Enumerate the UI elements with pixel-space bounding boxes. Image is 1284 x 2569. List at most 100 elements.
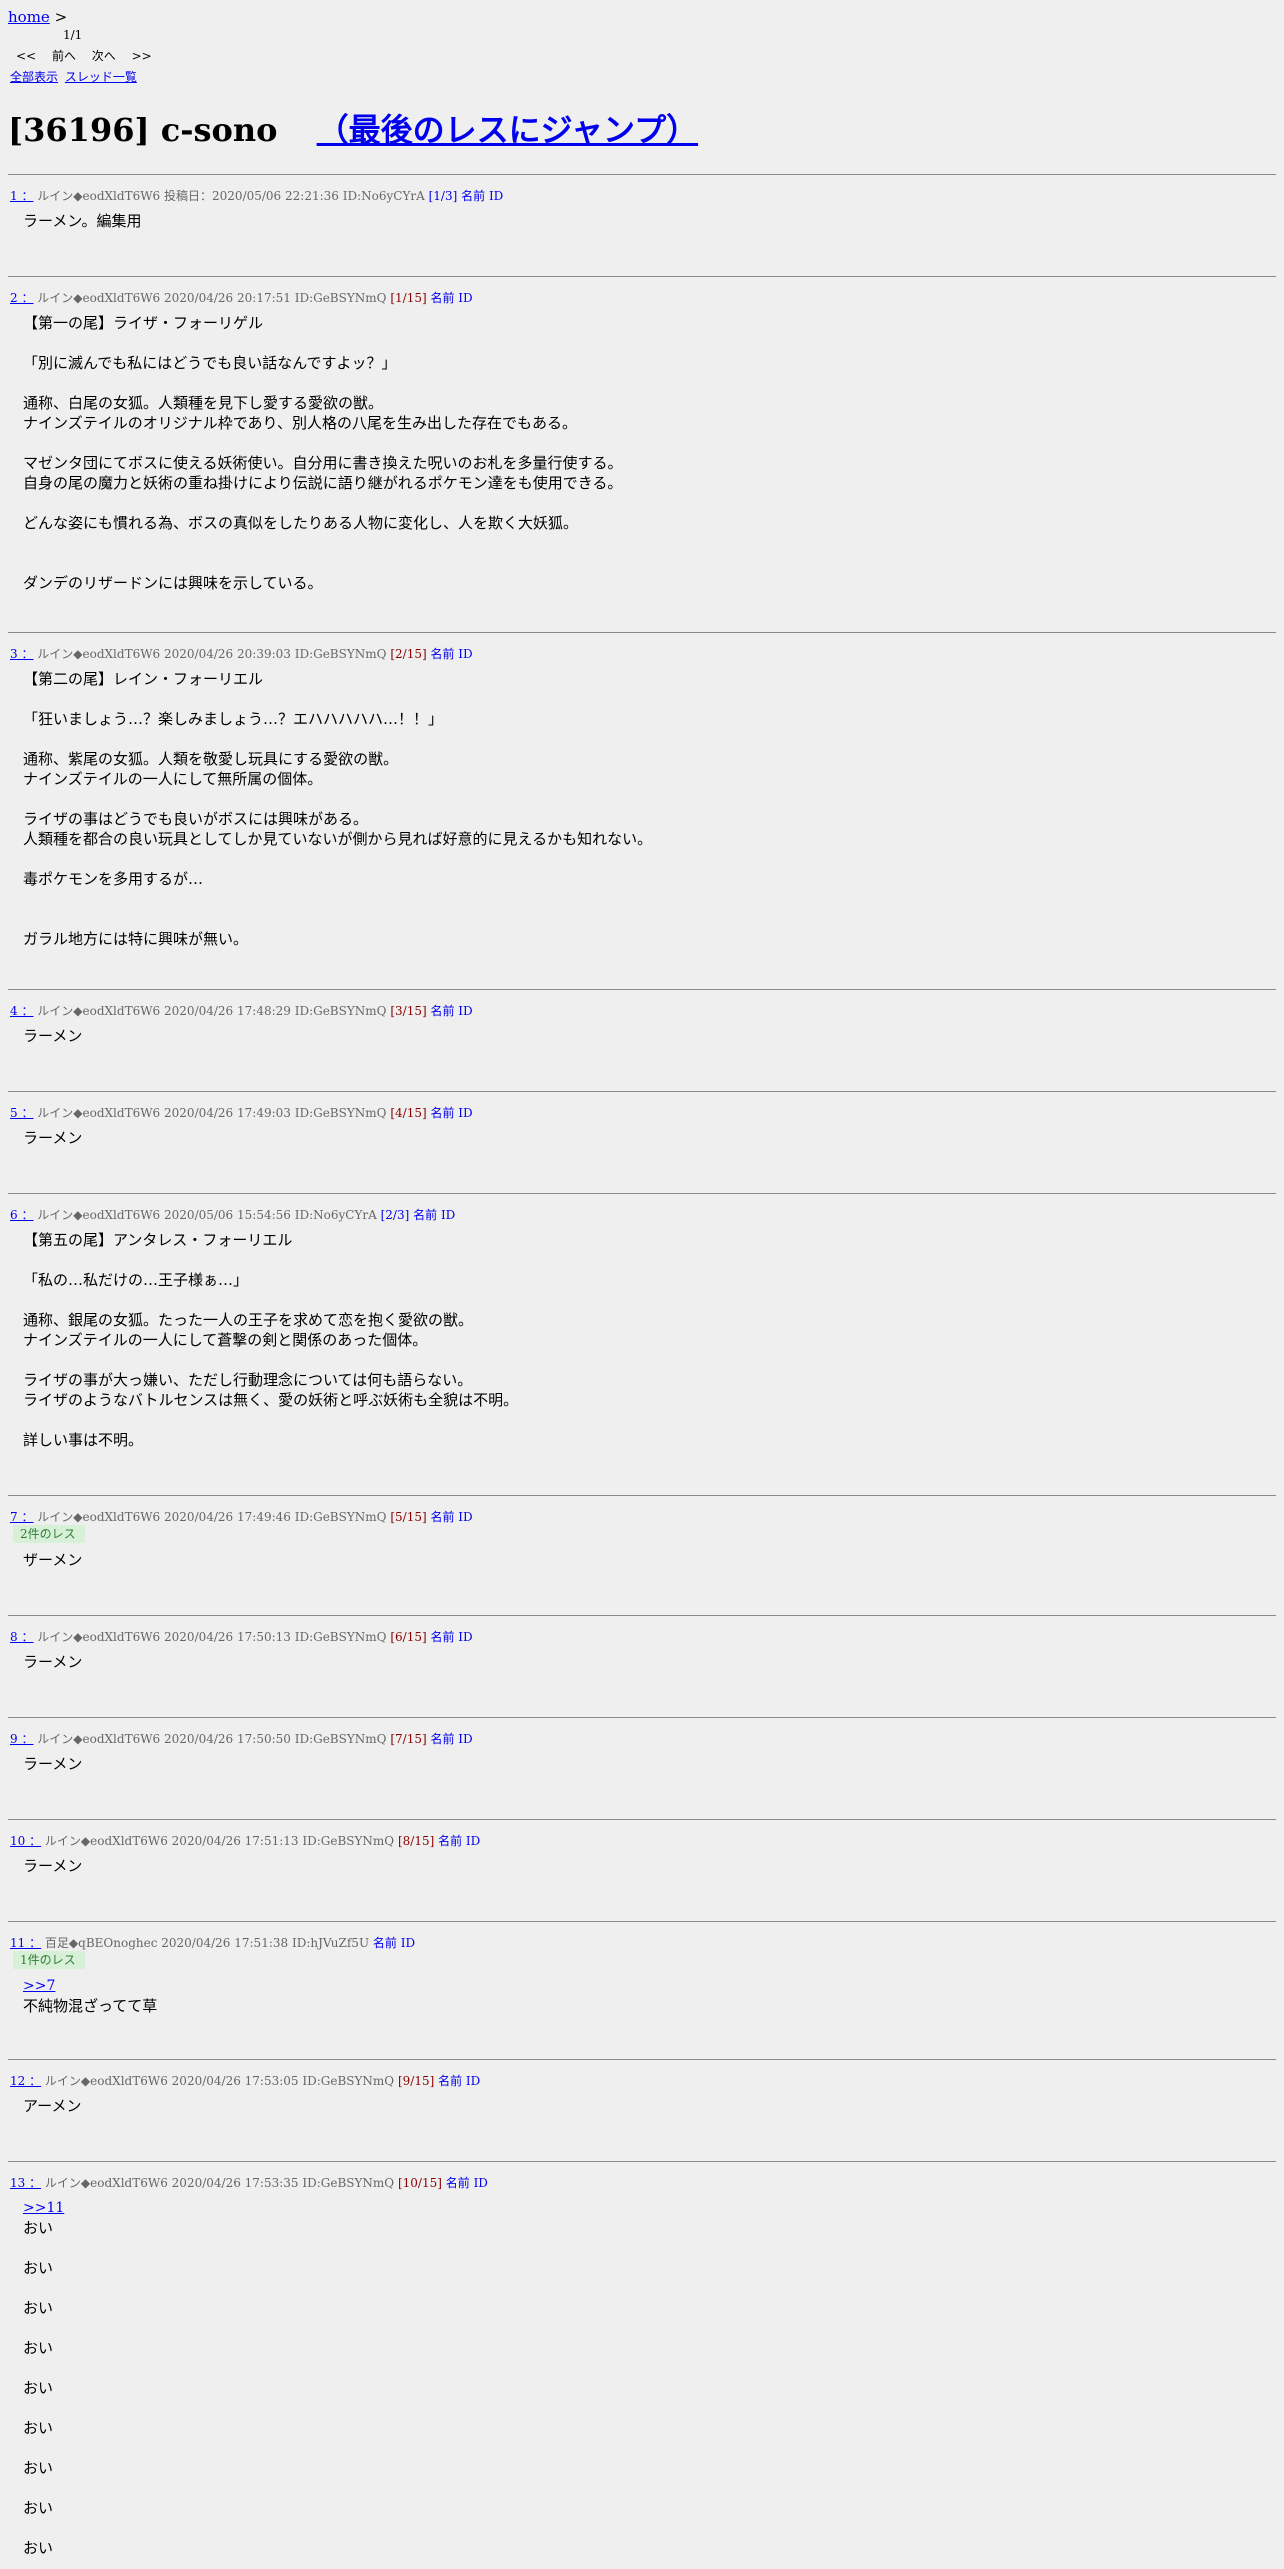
post-count[interactable]: [2/15] xyxy=(390,647,426,661)
post-count[interactable]: [1/15] xyxy=(390,291,426,305)
name-id-link[interactable]: 名前 ID xyxy=(430,1004,472,1018)
post-info: 投稿日：2020/05/06 22:21:36 ID:No6yCYrA xyxy=(164,189,425,203)
reply-anchor-link[interactable]: >>11 xyxy=(23,2198,64,2218)
post-info: 2020/04/26 20:17:51 ID:GeBSYNmQ xyxy=(164,291,387,305)
poster-name: ルイン◆eodXldT6W6 xyxy=(37,291,161,305)
name-id-link[interactable]: 名前 ID xyxy=(430,1106,472,1120)
post-info: 2020/04/26 17:50:50 ID:GeBSYNmQ xyxy=(164,1732,387,1746)
name-id-link[interactable]: 名前 ID xyxy=(430,1732,472,1746)
post-count[interactable]: [5/15] xyxy=(390,1510,426,1524)
post-number-link[interactable]: 8 ： xyxy=(10,1630,33,1644)
name-id-link[interactable]: 名前 ID xyxy=(430,647,472,661)
post-count[interactable]: [7/15] xyxy=(390,1732,426,1746)
post-body: アーメン xyxy=(23,2096,82,2116)
name-id-link[interactable]: 名前 ID xyxy=(461,189,503,203)
post-number-link[interactable]: 7 ： xyxy=(10,1510,33,1524)
poster-name: ルイン◆eodXldT6W6 xyxy=(44,1834,168,1848)
post: 10 ： ルイン◆eodXldT6W6 2020/04/26 17:51:13 … xyxy=(8,1819,1276,1922)
reply-count-badge[interactable]: 2件のレス xyxy=(13,1525,85,1543)
post: 9 ： ルイン◆eodXldT6W6 2020/04/26 17:50:50 I… xyxy=(8,1717,1276,1820)
post-count[interactable]: [9/15] xyxy=(398,2074,434,2088)
show-all-link[interactable]: 全部表示 xyxy=(10,70,58,84)
view-links: 全部表示 スレッド一覧 xyxy=(10,68,140,85)
name-id-link[interactable]: 名前 ID xyxy=(430,1510,472,1524)
name-id-link[interactable]: 名前 ID xyxy=(438,1834,480,1848)
post-number-link[interactable]: 2 ： xyxy=(10,291,33,305)
post-count[interactable]: [10/15] xyxy=(398,2176,442,2190)
next-page-button[interactable]: 次へ xyxy=(92,49,116,63)
reply-anchor-link[interactable]: >>7 xyxy=(23,1976,157,1996)
post-number-link[interactable]: 4 ： xyxy=(10,1004,33,1018)
post-text-line: 人類種を都合の良い玩具としてしか見ていないが側から見れば好意的に見えるかも知れな… xyxy=(23,830,653,848)
post-number-link[interactable]: 12 ： xyxy=(10,2074,41,2088)
post-text-line: おい xyxy=(23,2299,54,2317)
jump-to-last-link[interactable]: （最後のレスにジャンプ） xyxy=(317,111,698,149)
post-number-link[interactable]: 10 ： xyxy=(10,1834,41,1848)
name-id-link[interactable]: 名前 ID xyxy=(446,2176,488,2190)
post-number-link[interactable]: 5 ： xyxy=(10,1106,33,1120)
post-info: 2020/04/26 17:49:46 ID:GeBSYNmQ xyxy=(164,1510,387,1524)
post: 6 ： ルイン◆eodXldT6W6 2020/05/06 15:54:56 I… xyxy=(8,1193,1276,1496)
post-text-line: ライザの事が大っ嫌い、ただし行動理念については何も語らない。 xyxy=(23,1371,473,1389)
post-body: >>7 不純物混ざってて草 xyxy=(23,1976,157,2016)
post-body: ラーメン xyxy=(23,1754,82,1774)
post-count[interactable]: [2/3] xyxy=(381,1208,410,1222)
post: 5 ： ルイン◆eodXldT6W6 2020/04/26 17:49:03 I… xyxy=(8,1091,1276,1194)
post: 3 ： ルイン◆eodXldT6W6 2020/04/26 20:39:03 I… xyxy=(8,632,1276,990)
name-id-link[interactable]: 名前 ID xyxy=(413,1208,455,1222)
post-header: 7 ： ルイン◆eodXldT6W6 2020/04/26 17:49:46 I… xyxy=(10,1508,473,1525)
post-info: 2020/04/26 17:49:03 ID:GeBSYNmQ xyxy=(164,1106,387,1120)
post-count[interactable]: [4/15] xyxy=(390,1106,426,1120)
post-number-link[interactable]: 9 ： xyxy=(10,1732,33,1746)
name-id-link[interactable]: 名前 ID xyxy=(430,291,472,305)
post-text-line: 毒ポケモンを多用するが… xyxy=(23,870,204,888)
post: 12 ： ルイン◆eodXldT6W6 2020/04/26 17:53:05 … xyxy=(8,2059,1276,2162)
post-info: 2020/04/26 17:50:13 ID:GeBSYNmQ xyxy=(164,1630,387,1644)
poster-name: ルイン◆eodXldT6W6 xyxy=(44,2176,168,2190)
post-text-line: ラーメン xyxy=(23,1027,83,1045)
post-info: 2020/04/26 20:39:03 ID:GeBSYNmQ xyxy=(164,647,387,661)
post-count[interactable]: [3/15] xyxy=(390,1004,426,1018)
post-number-link[interactable]: 11 ： xyxy=(10,1936,41,1950)
post-info: 2020/04/26 17:53:35 ID:GeBSYNmQ xyxy=(171,2176,395,2190)
poster-name: ルイン◆eodXldT6W6 xyxy=(37,1106,161,1120)
post-header: 8 ： ルイン◆eodXldT6W6 2020/04/26 17:50:13 I… xyxy=(10,1628,473,1645)
post-text-line: おい xyxy=(23,2379,54,2397)
thread-list-link[interactable]: スレッド一覧 xyxy=(65,70,137,84)
first-page-button[interactable]: << xyxy=(16,49,36,63)
poster-name: ルイン◆eodXldT6W6 xyxy=(44,2074,168,2088)
post-number-link[interactable]: 3 ： xyxy=(10,647,33,661)
name-id-link[interactable]: 名前 ID xyxy=(438,2074,480,2088)
name-id-link[interactable]: 名前 ID xyxy=(373,1936,415,1950)
post-header: 2 ： ルイン◆eodXldT6W6 2020/04/26 20:17:51 I… xyxy=(10,289,473,306)
prev-page-button[interactable]: 前へ xyxy=(52,49,76,63)
name-id-link[interactable]: 名前 ID xyxy=(430,1630,472,1644)
post-header: 4 ： ルイン◆eodXldT6W6 2020/04/26 17:48:29 I… xyxy=(10,1002,473,1019)
last-page-button[interactable]: >> xyxy=(132,49,152,63)
post-header: 5 ： ルイン◆eodXldT6W6 2020/04/26 17:49:03 I… xyxy=(10,1104,473,1121)
post-number-link[interactable]: 6 ： xyxy=(10,1208,33,1222)
post-text-line: ラーメン xyxy=(23,1129,83,1147)
post-header: 6 ： ルイン◆eodXldT6W6 2020/05/06 15:54:56 I… xyxy=(10,1206,455,1223)
post-text-line: 「別に滅んでも私にはどうでも良い話なんですよッ？」 xyxy=(23,354,397,372)
post-count[interactable]: [1/3] xyxy=(429,189,458,203)
post-count[interactable]: [8/15] xyxy=(398,1834,434,1848)
post-count[interactable]: [6/15] xyxy=(390,1630,426,1644)
post-text-line: どんな姿にも慣れる為、ボスの真似をしたりある人物に変化し、人を欺く大妖狐。 xyxy=(23,514,579,532)
post: 2 ： ルイン◆eodXldT6W6 2020/04/26 20:17:51 I… xyxy=(8,276,1276,633)
post-text-line: 通称、紫尾の女狐。人類を敬愛し玩具にする愛欲の獣。 xyxy=(23,750,399,768)
post-text-line: おい xyxy=(23,2459,54,2477)
post-info: 2020/04/26 17:51:38 ID:hJVuZf5U xyxy=(161,1936,370,1950)
reply-count-badge[interactable]: 1件のレス xyxy=(13,1951,85,1969)
home-link[interactable]: home xyxy=(8,8,50,26)
breadcrumb-separator: > xyxy=(54,8,68,26)
post-text-line: ナインズテイルの一人にして蒼撃の剣と関係のあった個体。 xyxy=(23,1331,428,1349)
post-number-link[interactable]: 13 ： xyxy=(10,2176,41,2190)
post-number-link[interactable]: 1 ： xyxy=(10,189,33,203)
